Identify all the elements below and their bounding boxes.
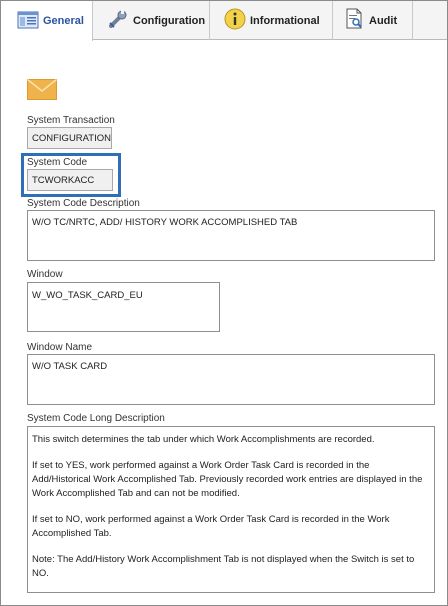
window-label: Window — [27, 269, 63, 280]
tab-general-label: General — [43, 15, 84, 27]
tab-general[interactable]: General — [1, 1, 93, 41]
system-code-description-field[interactable]: W/O TC/NRTC, ADD/ HISTORY WORK ACCOMPLIS… — [27, 210, 435, 261]
system-code-description-label: System Code Description — [27, 198, 140, 209]
long-description-paragraph: If set to YES, work performed against a … — [32, 460, 423, 499]
window-name-field[interactable]: W/O TASK CARD — [27, 354, 435, 405]
system-transaction-label: System Transaction — [27, 115, 115, 126]
long-description-label: System Code Long Description — [27, 413, 165, 424]
system-code-window: General Configuration Informational Audi… — [0, 0, 448, 606]
window-name-label: Window Name — [27, 342, 93, 353]
long-description-paragraph: Note: The Add/History Work Accomplishmen… — [32, 554, 415, 579]
tab-informational-label: Informational — [250, 14, 320, 27]
long-description-paragraph: This switch determines the tab under whi… — [32, 434, 375, 445]
document-search-icon — [345, 8, 365, 33]
tab-configuration-label: Configuration — [133, 14, 206, 27]
window-field[interactable]: W_WO_TASK_CARD_EU — [27, 282, 220, 332]
tab-bar: General Configuration Informational Audi… — [1, 1, 447, 41]
wrench-icon — [107, 8, 129, 33]
system-code-label: System Code — [27, 157, 88, 168]
envelope-icon[interactable] — [27, 78, 57, 100]
info-icon — [224, 8, 246, 33]
tab-configuration[interactable]: Configuration — [93, 1, 210, 40]
tab-audit-label: Audit — [369, 14, 398, 27]
tab-audit[interactable]: Audit — [333, 1, 413, 40]
tab-informational[interactable]: Informational — [210, 1, 333, 40]
long-description-field[interactable]: This switch determines the tab under whi… — [27, 426, 435, 593]
form-icon — [17, 11, 39, 32]
system-code-field[interactable]: TCWORKACC — [27, 169, 113, 191]
system-transaction-field[interactable]: CONFIGURATION — [27, 127, 112, 149]
long-description-paragraph: If set to NO, work performed against a W… — [32, 514, 390, 539]
